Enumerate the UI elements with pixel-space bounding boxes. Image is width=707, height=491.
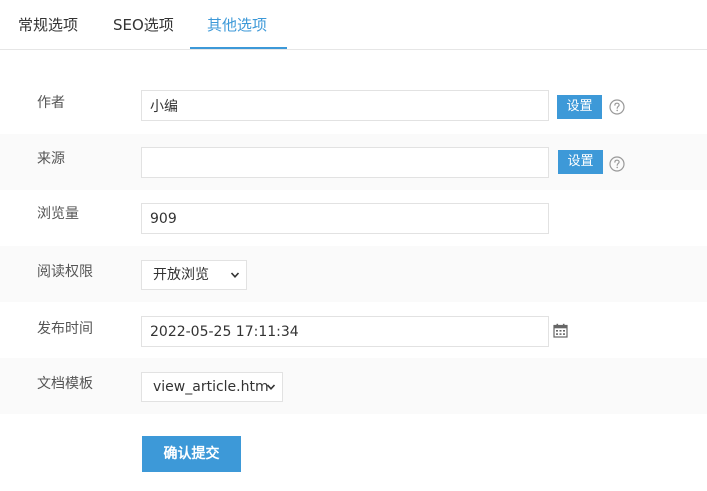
views-input[interactable] [141, 203, 549, 234]
author-input[interactable] [141, 90, 549, 121]
question-circle-icon[interactable] [609, 99, 625, 115]
permission-select[interactable]: 开放浏览 [141, 260, 247, 290]
views-label: 浏览量 [37, 206, 79, 222]
tab-other[interactable]: 其他选项 [207, 0, 267, 50]
permission-selected-value: 开放浏览 [153, 267, 209, 283]
template-selected-value: view_article.htm [153, 379, 269, 395]
author-set-button[interactable]: 设置 [557, 95, 602, 119]
form-row-author: 作者 设置 [0, 78, 707, 134]
calendar-icon[interactable] [553, 323, 568, 338]
tab-general[interactable]: 常规选项 [18, 0, 78, 50]
template-label: 文档模板 [37, 376, 93, 392]
form-row-template: 文档模板 view_article.htm [0, 358, 707, 414]
chevron-down-icon [230, 272, 240, 278]
question-circle-icon[interactable] [609, 156, 625, 172]
form-row-permission: 阅读权限 开放浏览 [0, 246, 707, 302]
author-label: 作者 [37, 95, 65, 111]
permission-label: 阅读权限 [37, 264, 93, 280]
template-select[interactable]: view_article.htm [141, 372, 283, 402]
active-tab-indicator [190, 47, 287, 49]
form-row-source: 来源 设置 [0, 134, 707, 190]
publish-time-input[interactable] [141, 316, 549, 347]
form-row-views: 浏览量 [0, 190, 707, 246]
source-input[interactable] [141, 147, 549, 178]
tab-bar: 常规选项 SEO选项 其他选项 [0, 0, 707, 50]
form-row-publish-time: 发布时间 [0, 302, 707, 358]
publish-time-label: 发布时间 [37, 321, 93, 337]
chevron-down-icon [266, 384, 276, 390]
source-set-button[interactable]: 设置 [558, 150, 603, 174]
submit-button[interactable]: 确认提交 [142, 436, 241, 472]
tab-seo[interactable]: SEO选项 [113, 0, 174, 50]
source-label: 来源 [37, 151, 65, 167]
